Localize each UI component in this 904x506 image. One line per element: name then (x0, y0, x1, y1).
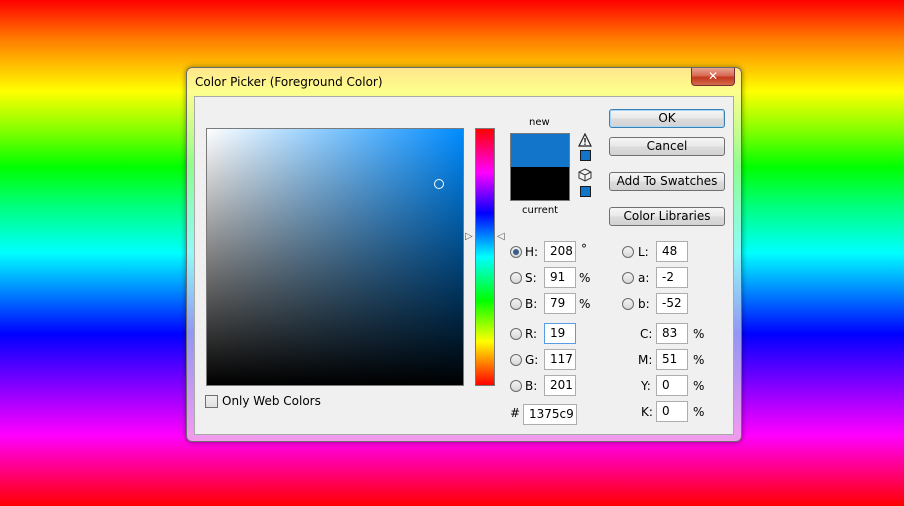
title-bar[interactable]: Color Picker (Foreground Color) ✕ (187, 68, 741, 96)
hue-unit: ° (581, 242, 587, 256)
dialog-body: ▷ ◁ new current OK Cancel Add To Swatche… (194, 96, 734, 435)
only-web-colors-label: Only Web Colors (222, 394, 321, 408)
new-color-label: new (529, 117, 550, 128)
a-label: a: (638, 271, 650, 285)
close-icon: ✕ (707, 69, 719, 83)
saturation-unit: % (579, 271, 591, 285)
black-input[interactable]: 0 (656, 401, 688, 422)
hue-input[interactable]: 208 (544, 241, 576, 262)
yellow-input[interactable]: 0 (656, 375, 688, 396)
magenta-input[interactable]: 51 (656, 349, 688, 370)
current-color-swatch[interactable] (511, 167, 569, 200)
ok-button[interactable]: OK (609, 109, 725, 128)
hue-slider[interactable] (475, 128, 495, 386)
add-to-swatches-button[interactable]: Add To Swatches (609, 172, 725, 191)
saturation-input[interactable]: 91 (544, 267, 576, 288)
lightness-label: L: (638, 245, 649, 259)
hex-input[interactable]: 1375c9 (523, 404, 577, 425)
cyan-input[interactable]: 83 (656, 323, 688, 344)
magenta-unit: % (693, 353, 705, 367)
magenta-label: M: (638, 353, 653, 367)
color-field-black-overlay (207, 129, 463, 385)
red-label: R: (525, 327, 538, 341)
cancel-button[interactable]: Cancel (609, 137, 725, 156)
window-title: Color Picker (Foreground Color) (195, 75, 383, 89)
current-color-label: current (522, 205, 559, 216)
b-label: b: (638, 297, 650, 311)
blue-input[interactable]: 201 (544, 375, 576, 396)
hue-label: H: (525, 245, 539, 259)
new-color-swatch (511, 134, 569, 167)
hue-slider-left-arrow-icon[interactable]: ▷ (465, 232, 473, 242)
black-label: K: (641, 405, 653, 419)
cyan-label: C: (640, 327, 653, 341)
radio-green[interactable] (510, 354, 522, 366)
radio-blue[interactable] (510, 380, 522, 392)
a-input[interactable]: -2 (656, 267, 688, 288)
close-button[interactable]: ✕ (691, 68, 735, 86)
b-input[interactable]: -52 (656, 293, 688, 314)
color-field[interactable] (206, 128, 464, 386)
radio-b[interactable] (622, 298, 634, 310)
radio-hue[interactable] (510, 246, 522, 258)
saturation-label: S: (525, 271, 537, 285)
brightness-unit: % (579, 297, 591, 311)
hue-slider-right-arrow-icon[interactable]: ◁ (497, 232, 505, 242)
color-libraries-button[interactable]: Color Libraries (609, 207, 725, 226)
cyan-unit: % (693, 327, 705, 341)
hex-label: # (510, 406, 521, 420)
green-input[interactable]: 117 (544, 349, 576, 370)
radio-red[interactable] (510, 328, 522, 340)
web-safe-cube-icon[interactable] (578, 168, 592, 182)
web-safe-color-swatch[interactable] (580, 186, 591, 197)
yellow-label: Y: (641, 379, 651, 393)
color-swatch (510, 133, 570, 201)
green-label: G: (525, 353, 539, 367)
color-picker-dialog: Color Picker (Foreground Color) ✕ ▷ ◁ ne… (186, 67, 742, 442)
gamut-color-swatch[interactable] (580, 150, 591, 161)
radio-saturation[interactable] (510, 272, 522, 284)
out-of-gamut-warning-icon[interactable] (578, 133, 592, 147)
lightness-input[interactable]: 48 (656, 241, 688, 262)
brightness-label: B: (525, 297, 538, 311)
only-web-colors-checkbox[interactable] (205, 395, 218, 408)
radio-lightness[interactable] (622, 246, 634, 258)
yellow-unit: % (693, 379, 705, 393)
radio-brightness[interactable] (510, 298, 522, 310)
color-field-marker[interactable] (434, 179, 444, 189)
red-input[interactable]: 19 (544, 323, 576, 344)
blue-label: B: (525, 379, 538, 393)
radio-a[interactable] (622, 272, 634, 284)
brightness-input[interactable]: 79 (544, 293, 576, 314)
black-unit: % (693, 405, 705, 419)
